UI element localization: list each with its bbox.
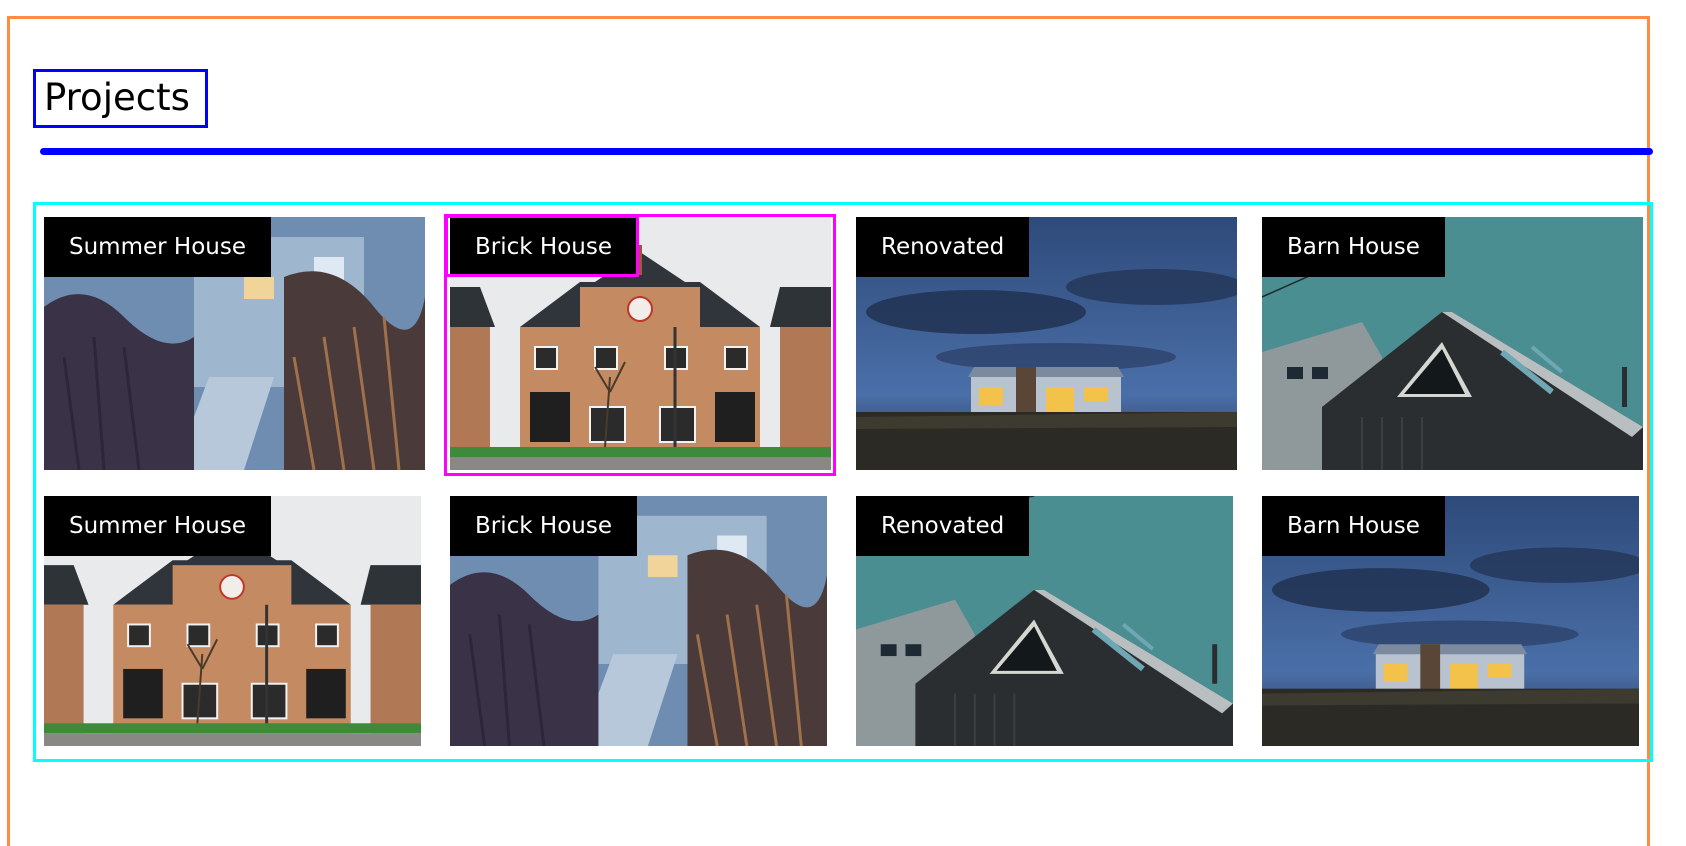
project-card[interactable]: Summer House [44,496,421,746]
project-label: Renovated [856,217,1030,277]
project-card[interactable]: Brick House [450,496,827,746]
project-label: Brick House [450,217,637,277]
project-card[interactable]: Renovated [856,217,1237,470]
project-label: Summer House [44,496,271,556]
project-label: Barn House [1262,496,1445,556]
project-card[interactable]: Brick House [450,217,831,470]
project-card[interactable]: Renovated [856,496,1233,746]
project-label: Brick House [450,496,637,556]
project-card[interactable]: Summer House [44,217,425,470]
project-label: Barn House [1262,217,1445,277]
title-divider [40,148,1653,155]
project-label: Renovated [856,496,1030,556]
page-title: Projects [44,76,190,119]
project-label: Summer House [44,217,271,277]
project-card[interactable]: Barn House [1262,217,1643,470]
project-card[interactable]: Barn House [1262,496,1639,746]
